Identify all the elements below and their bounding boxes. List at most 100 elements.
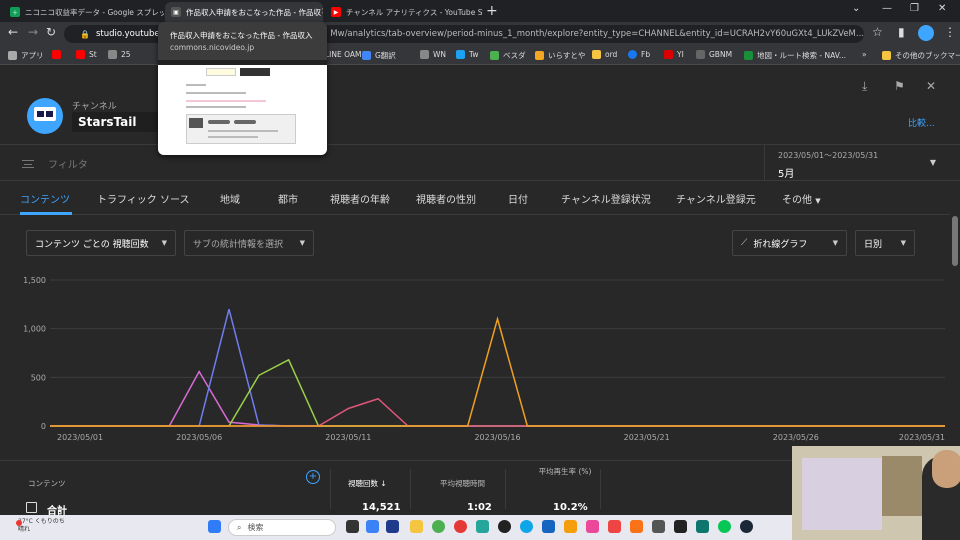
browser-tab[interactable]: ＋ ニコニコ収益率データ - Google スプレッ ✕ [4,2,164,22]
bookmark-item[interactable]: 地図・ルート検索 - NAV... [744,50,846,61]
scrollbar[interactable] [950,208,960,458]
bookmark-item[interactable]: ord [592,50,617,59]
page-thumbnail [158,60,327,155]
bookmark-item[interactable]: St [76,50,97,59]
tab-subscription-source[interactable]: チャンネル登録元 [676,191,756,206]
bookmark-item[interactable]: その他のブックマーク [882,50,960,61]
menu-icon[interactable]: ⋮ [944,25,956,39]
tab-viewer-gender[interactable]: 視聴者の性別 [416,191,476,206]
browser-tab[interactable]: ▣ 作品収入申請をおこなった作品 - 作品収 ✕ [165,2,323,22]
tab-viewer-age[interactable]: 視聴者の年齢 [330,191,390,206]
bookmark-item[interactable]: 25 [108,50,131,59]
browser-tab[interactable]: ▶ チャンネル アナリティクス - YouTube Stu ✕ [325,2,483,22]
column-divider [505,469,506,509]
window-close-icon[interactable]: ✕ [938,3,946,14]
minimize-icon[interactable]: — [882,3,892,14]
granularity-dropdown[interactable]: 日別 ▼ [855,230,915,256]
series-line[interactable] [50,397,945,427]
bookmark-item[interactable] [52,50,65,59]
tab-hover-preview: 作品収入申請をおこなった作品 - 作品収入 commons.nicovideo.… [158,22,327,155]
tab-content[interactable]: コンテンツ [20,191,70,206]
url-host: studio.youtube.c [95,29,167,39]
secondary-metric-dropdown[interactable]: サブの統計情報を選択 ▼ [184,230,314,256]
close-icon[interactable]: ✕ [926,79,936,93]
more-bookmarks-icon[interactable]: » [862,50,867,59]
maximize-icon[interactable]: ❐ [910,3,919,14]
bookmark-star-icon[interactable]: ☆ [872,25,883,39]
preview-url: commons.nicovideo.jp [170,43,255,52]
app-icon[interactable] [652,520,665,533]
app-icon[interactable] [542,520,555,533]
feedback-icon[interactable]: ⚑ [894,79,905,93]
channel-selector[interactable]: StarsTail [72,112,160,132]
date-range-picker[interactable]: 2023/05/01～2023/05/31 5月 ▼ [764,144,960,180]
app-icon[interactable] [630,520,643,533]
scrollbar-thumb[interactable] [952,216,958,266]
app-icon[interactable] [696,520,709,533]
bookmark-item[interactable]: アプリ [8,50,44,61]
start-icon[interactable] [208,520,221,533]
x-tick-label: 2023/05/31 [899,433,945,442]
tab-date[interactable]: 日付 [508,191,528,206]
filter-button[interactable]: フィルタ [22,156,88,171]
download-icon[interactable]: ⤓ [862,79,867,94]
metric-dropdown[interactable]: コンテンツ ごとの 視聴回数 ▼ [26,230,176,256]
photos-icon[interactable] [586,520,599,533]
bookmark-item[interactable]: GBNM [696,50,732,59]
app-icon[interactable] [386,520,399,533]
compare-link[interactable]: 比較... [908,116,935,129]
total-views: 14,521 [362,502,401,513]
tab-subscription-status[interactable]: チャンネル登録状況 [561,191,651,206]
steam-icon[interactable] [740,520,753,533]
tab-geography[interactable]: 地域 [220,191,240,206]
taskbar-search[interactable]: ⌕ 検索 [228,519,336,536]
widgets-icon[interactable] [366,520,379,533]
app-icon[interactable] [498,520,511,533]
add-column-icon[interactable]: + [306,470,320,484]
back-icon[interactable]: ← [8,25,18,39]
series-line[interactable] [50,369,945,427]
new-tab-icon[interactable]: + [486,3,498,19]
browser-toolbar: ← → ↻ 🔒 studio.youtube.c Mw/analytics/ta… [0,22,960,45]
tab-traffic-source[interactable]: トラフィック ソース [97,191,189,206]
bookmark-item[interactable]: いらすとや [535,50,585,61]
total-avg-duration: 1:02 [467,502,492,513]
views-column-header[interactable]: 視聴回数 ↓ [348,478,387,489]
chart-type-dropdown[interactable]: ⟋ 折れ線グラフ ▼ [732,230,847,256]
bookmark-item[interactable]: WN [420,50,446,59]
bookmark-item[interactable]: Tw [456,50,478,59]
profile-avatar[interactable] [918,25,934,41]
sidepanel-icon[interactable]: ▮ [898,25,905,39]
tab-more[interactable]: その他 ▼ [782,191,821,206]
x-tick-label: 2023/05/21 [624,433,670,442]
browser-tab-label: ニコニコ収益率データ - Google スプレッ [25,7,164,17]
series-line[interactable] [50,316,945,427]
app-icon[interactable] [608,520,621,533]
bookmark-item[interactable]: Fb [628,50,650,59]
preview-title: 作品収入申請をおこなった作品 - 作品収入 [170,31,313,40]
opera-icon[interactable] [454,520,467,533]
app-icon[interactable] [564,520,577,533]
column-divider [410,469,411,509]
app-icon[interactable] [674,520,687,533]
total-row-checkbox[interactable] [26,502,37,513]
tab-search-icon[interactable]: ⌄ [852,3,860,14]
app-icon[interactable] [476,520,489,533]
youtube-icon [76,50,85,59]
forward-icon[interactable]: → [28,25,38,39]
file-explorer-icon[interactable] [410,520,423,533]
line-icon[interactable] [718,520,731,533]
chrome-icon[interactable] [432,520,445,533]
edge-icon[interactable] [520,520,533,533]
tab-city[interactable]: 都市 [278,191,298,206]
x-tick-label: 2023/05/26 [773,433,819,442]
weather-widget[interactable]: 27°C くもりのち晴れ [8,518,68,534]
reload-icon[interactable]: ↻ [46,25,56,39]
series-line[interactable] [50,358,945,427]
bookmark-item[interactable]: ベスダ [490,50,526,61]
close-icon[interactable]: ✕ [321,7,323,17]
series-line[interactable] [50,309,945,427]
bookmark-item[interactable]: G翻訳 [362,50,396,61]
bookmark-item[interactable]: YI [664,50,684,59]
task-view-icon[interactable] [346,520,359,533]
